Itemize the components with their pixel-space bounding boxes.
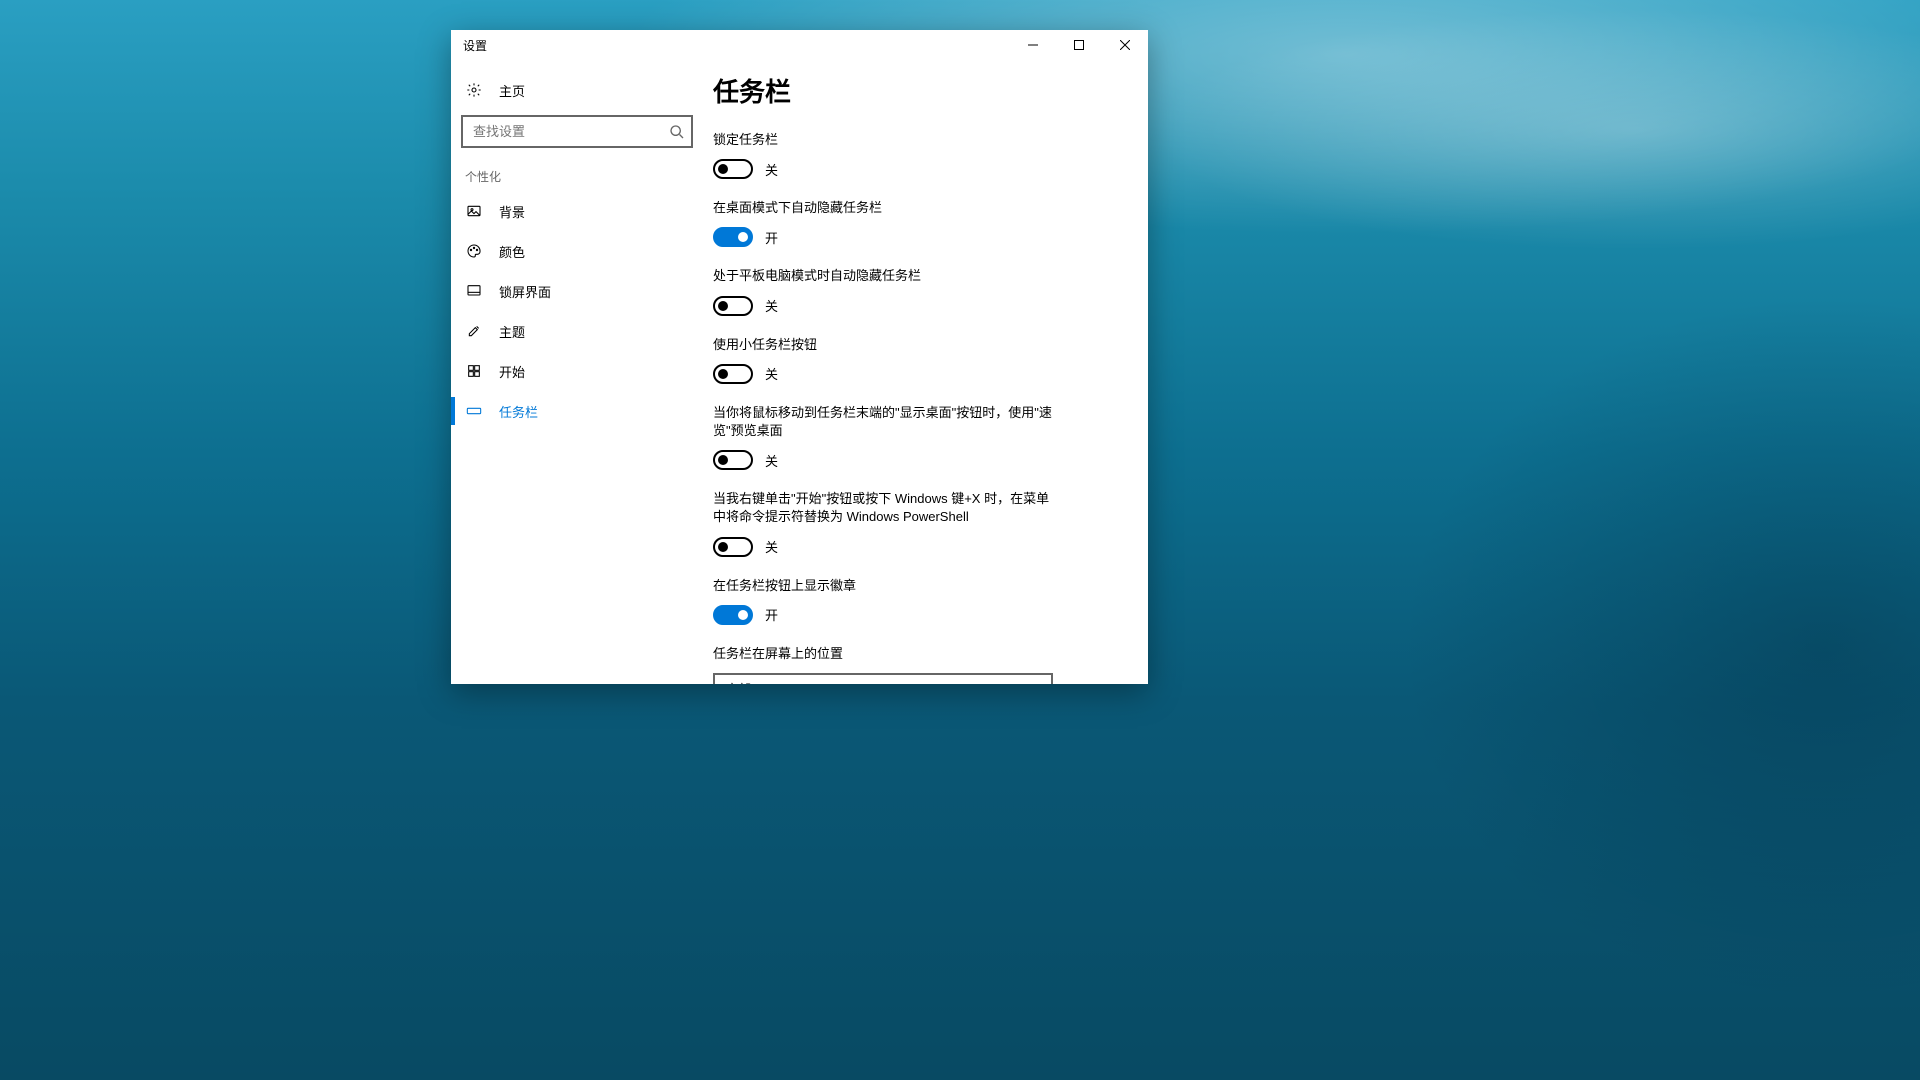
window-body: 主页 个性化 背景 — [451, 60, 1148, 684]
settings-window: 设置 主页 — [451, 30, 1148, 684]
sidebar-home-label: 主页 — [499, 81, 525, 100]
sidebar-item-label: 锁屏界面 — [499, 282, 551, 301]
sidebar-category: 个性化 — [451, 158, 703, 191]
toggle-small-buttons[interactable] — [713, 364, 753, 384]
toggle-state: 开 — [765, 228, 778, 247]
maximize-icon — [1074, 40, 1084, 50]
setting-label: 使用小任务栏按钮 — [713, 336, 1053, 354]
setting-taskbar-position: 任务栏在屏幕上的位置 底部 — [713, 645, 1053, 684]
titlebar: 设置 — [451, 30, 1148, 60]
setting-autohide-tablet: 处于平板电脑模式时自动隐藏任务栏 关 — [713, 267, 1053, 315]
minimize-button[interactable] — [1010, 30, 1056, 60]
close-button[interactable] — [1102, 30, 1148, 60]
image-icon — [465, 202, 483, 220]
sidebar-home[interactable]: 主页 — [451, 70, 703, 110]
sidebar-item-taskbar[interactable]: 任务栏 — [451, 391, 703, 431]
toggle-peek-preview[interactable] — [713, 450, 753, 470]
sidebar-item-label: 颜色 — [499, 242, 525, 261]
setting-label: 锁定任务栏 — [713, 131, 1053, 149]
setting-lock-taskbar: 锁定任务栏 关 — [713, 131, 1053, 179]
toggle-state: 关 — [765, 364, 778, 383]
toggle-state: 关 — [765, 160, 778, 179]
toggle-lock-taskbar[interactable] — [713, 159, 753, 179]
setting-show-badges: 在任务栏按钮上显示徽章 开 — [713, 577, 1053, 625]
setting-label: 在桌面模式下自动隐藏任务栏 — [713, 199, 1053, 217]
setting-label: 任务栏在屏幕上的位置 — [713, 645, 1053, 663]
setting-autohide-desktop: 在桌面模式下自动隐藏任务栏 开 — [713, 199, 1053, 247]
sidebar-item-label: 开始 — [499, 362, 525, 381]
window-controls — [1010, 30, 1148, 60]
content-pane: 任务栏 锁定任务栏 关 在桌面模式下自动隐藏任务栏 开 — [703, 60, 1148, 684]
setting-label: 在任务栏按钮上显示徽章 — [713, 577, 1053, 595]
taskbar-icon — [465, 402, 483, 420]
minimize-icon — [1028, 40, 1038, 50]
sidebar-item-background[interactable]: 背景 — [451, 191, 703, 231]
close-icon — [1120, 40, 1130, 50]
dropdown-value: 底部 — [725, 679, 751, 684]
palette-icon — [465, 242, 483, 260]
toggle-state: 关 — [765, 296, 778, 315]
setting-label: 当你将鼠标移动到任务栏末端的"显示桌面"按钮时，使用"速览"预览桌面 — [713, 404, 1053, 440]
search-container — [451, 110, 703, 158]
setting-label: 处于平板电脑模式时自动隐藏任务栏 — [713, 267, 1053, 285]
toggle-state: 开 — [765, 605, 778, 624]
search-icon — [669, 124, 685, 140]
toggle-state: 关 — [765, 451, 778, 470]
sidebar-item-start[interactable]: 开始 — [451, 351, 703, 391]
search-input[interactable] — [461, 115, 693, 148]
chevron-down-icon — [1029, 683, 1041, 684]
desktop-background: 设置 主页 — [0, 0, 1920, 1080]
toggle-state: 关 — [765, 537, 778, 556]
toggle-autohide-tablet[interactable] — [713, 296, 753, 316]
setting-powershell-replace: 当我右键单击"开始"按钮或按下 Windows 键+X 时，在菜单中将命令提示符… — [713, 490, 1053, 556]
sidebar-item-colors[interactable]: 颜色 — [451, 231, 703, 271]
setting-label: 当我右键单击"开始"按钮或按下 Windows 键+X 时，在菜单中将命令提示符… — [713, 490, 1053, 526]
sidebar-item-label: 主题 — [499, 322, 525, 341]
gear-icon — [465, 81, 483, 99]
toggle-show-badges[interactable] — [713, 605, 753, 625]
brush-icon — [465, 322, 483, 340]
sidebar-item-themes[interactable]: 主题 — [451, 311, 703, 351]
sidebar-item-label: 任务栏 — [499, 402, 538, 421]
dropdown-taskbar-position[interactable]: 底部 — [713, 673, 1053, 684]
lockscreen-icon — [465, 282, 483, 300]
sidebar: 主页 个性化 背景 — [451, 60, 703, 684]
toggle-powershell-replace[interactable] — [713, 537, 753, 557]
window-title: 设置 — [451, 37, 487, 54]
setting-peek-preview: 当你将鼠标移动到任务栏末端的"显示桌面"按钮时，使用"速览"预览桌面 关 — [713, 404, 1053, 470]
sidebar-item-lockscreen[interactable]: 锁屏界面 — [451, 271, 703, 311]
maximize-button[interactable] — [1056, 30, 1102, 60]
toggle-autohide-desktop[interactable] — [713, 227, 753, 247]
start-icon — [465, 362, 483, 380]
page-heading: 任务栏 — [713, 72, 1100, 109]
setting-small-buttons: 使用小任务栏按钮 关 — [713, 336, 1053, 384]
sidebar-item-label: 背景 — [499, 202, 525, 221]
